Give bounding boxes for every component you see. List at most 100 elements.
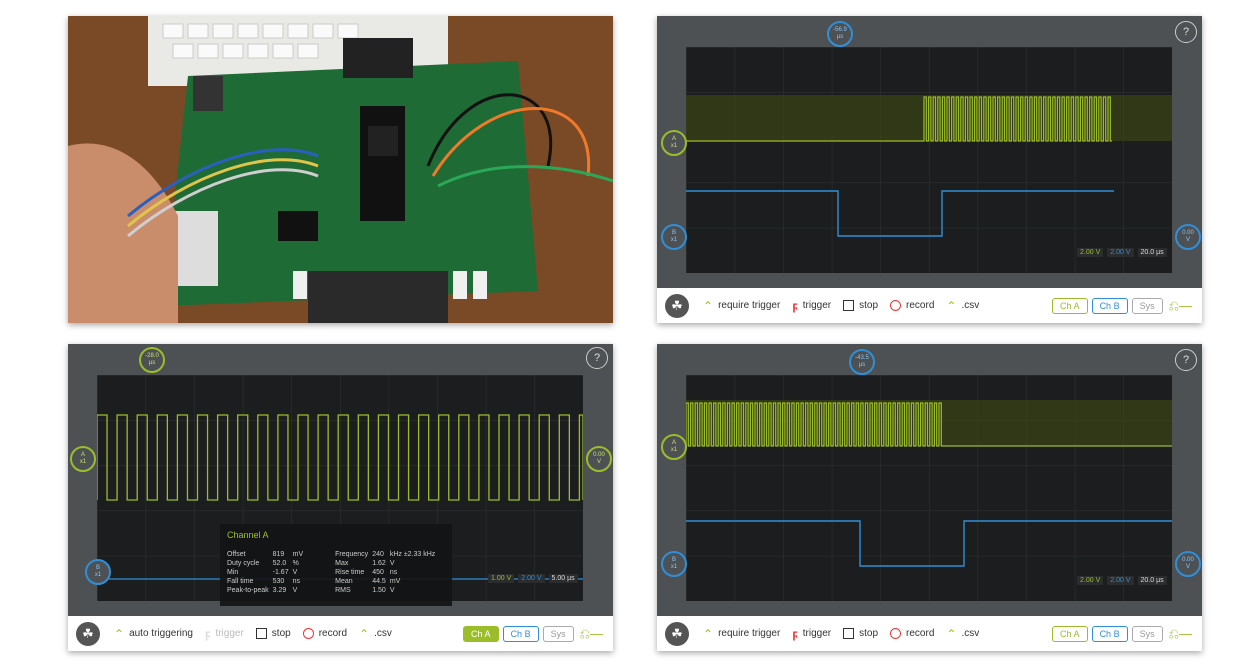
system-button[interactable]: Sys: [1131, 625, 1163, 642]
require-trigger-toggle[interactable]: ⌃ require trigger: [703, 627, 780, 641]
trigger-button[interactable]: ϝ trigger: [205, 627, 244, 641]
csv-export-button[interactable]: ⌃ .csv: [359, 627, 392, 641]
channel-b-button[interactable]: Ch B: [502, 625, 539, 642]
channel-b-scale[interactable]: 2.00 V: [518, 574, 545, 583]
scope-panel-bottom-left: -28.0 µs ? A x1 B x1 0.00 V 1.00 V 2.00 …: [68, 344, 613, 651]
trigger-level-marker[interactable]: 0.00 V: [1175, 551, 1201, 577]
auto-triggering-label: auto triggering: [129, 628, 193, 639]
channel-a-marker-sub: x1: [79, 459, 87, 465]
lightning-icon: ϝ: [205, 626, 211, 641]
measurement-u2: V: [389, 560, 395, 567]
measurement-v1: 3.29: [272, 587, 287, 594]
trigger-level-marker[interactable]: 0.00 V: [586, 446, 612, 472]
trigger-mode-icon: ⌃: [703, 626, 714, 641]
channel-b-marker-label: B: [671, 557, 676, 563]
channel-b-marker[interactable]: B x1: [661, 224, 687, 250]
channel-a-scale[interactable]: 1.00 V: [488, 574, 515, 583]
record-icon: [302, 628, 314, 639]
trigger-time-value: -43.5: [855, 355, 869, 361]
trigger-button[interactable]: ϝ trigger: [792, 627, 831, 641]
time-scale[interactable]: 20.0 µs: [1137, 576, 1167, 585]
measurement-l1: Min: [227, 569, 239, 576]
scope-panel-top-right: -56.9 µs ? A x1 B x1 0.00 V 2.00 V 2.00 …: [657, 16, 1202, 323]
measurement-v1: 52.0: [272, 560, 287, 567]
trigger-time-marker[interactable]: -56.9 µs: [827, 21, 853, 47]
trigger-label: trigger: [802, 628, 832, 639]
measurement-v2: 1.50: [372, 587, 386, 594]
stop-button[interactable]: stop: [843, 628, 878, 639]
scale-readout: 2.00 V 2.00 V 20.0 µs: [1077, 248, 1167, 257]
channel-a-button[interactable]: Ch A: [463, 625, 499, 642]
channel-b-marker[interactable]: B x1: [85, 559, 111, 585]
system-button[interactable]: Sys: [542, 625, 574, 642]
stop-button[interactable]: stop: [255, 628, 291, 639]
time-scale[interactable]: 20.0 µs: [1137, 248, 1167, 257]
waveform-display: [686, 375, 1172, 601]
channel-b-marker[interactable]: B x1: [661, 551, 687, 577]
help-icon[interactable]: ?: [1175, 349, 1197, 371]
measurements-table: Offset 819 mV Frequency 240 kHz ±2.33 kHz Duty…: [227, 550, 439, 595]
channel-a-scale[interactable]: 2.00 V: [1077, 248, 1104, 257]
measurement-l2: Frequency: [335, 551, 369, 558]
usb-icon: ⎌—: [579, 625, 603, 641]
scale-readout: 1.00 V 2.00 V 5.00 µs: [488, 574, 578, 583]
require-trigger-label: require trigger: [718, 628, 781, 639]
record-button[interactable]: record: [890, 300, 934, 311]
system-button[interactable]: Sys: [1131, 297, 1163, 314]
scope-panel-bottom-right: -43.5 µs ? A x1 B x1 0.00 V 2.00 V 2.00 …: [657, 344, 1202, 651]
stop-icon: [843, 628, 855, 639]
stop-button[interactable]: stop: [843, 300, 878, 311]
app-logo-icon: ☘: [76, 621, 100, 646]
trigger-level-unit: V: [1185, 564, 1190, 570]
measurement-l2: Rise time: [335, 569, 365, 576]
channel-buttons: Ch A Ch B Sys ⎌—: [459, 625, 603, 642]
trigger-mode-icon: ⌃: [114, 626, 125, 641]
measurement-row: Offset 819 mV Frequency 240 kHz ±2.33 kHz: [227, 550, 439, 559]
channel-a-marker[interactable]: A x1: [661, 130, 687, 156]
channel-b-marker-sub: x1: [670, 237, 678, 243]
circuit-board-image: [68, 16, 613, 323]
measurement-v1: 819: [272, 551, 285, 558]
record-label: record: [906, 628, 935, 639]
measurement-u2: kHz ±2.33 kHz: [389, 551, 436, 558]
channel-a-button[interactable]: Ch A: [1052, 297, 1088, 314]
trigger-level-value: 0.00: [1182, 230, 1194, 236]
record-button[interactable]: record: [302, 628, 348, 639]
record-label: record: [318, 628, 348, 639]
channel-a-scale[interactable]: 2.00 V: [1077, 576, 1104, 585]
channel-a-marker-label: A: [671, 440, 676, 446]
csv-export-button[interactable]: ⌃ .csv: [946, 299, 979, 313]
record-button[interactable]: record: [890, 628, 934, 639]
csv-export-button[interactable]: ⌃ .csv: [946, 627, 979, 641]
trigger-level-unit: V: [1185, 237, 1190, 243]
measurement-v2: 240: [372, 551, 384, 558]
lightning-icon: ϝ: [792, 626, 798, 641]
help-icon[interactable]: ?: [586, 347, 608, 369]
channel-a-marker[interactable]: A x1: [70, 446, 96, 472]
channel-b-button[interactable]: Ch B: [1091, 297, 1128, 314]
channel-b-scale[interactable]: 2.00 V: [1107, 576, 1134, 585]
trigger-time-marker[interactable]: -43.5 µs: [849, 349, 875, 375]
measurement-v1: -1.67: [272, 569, 289, 576]
record-icon: [890, 300, 902, 311]
trigger-time-value: -28.0: [145, 353, 159, 359]
stop-icon: [255, 628, 267, 639]
channel-a-marker[interactable]: A x1: [661, 434, 687, 460]
channel-a-button[interactable]: Ch A: [1052, 625, 1088, 642]
record-icon: [890, 628, 902, 639]
trigger-time-marker[interactable]: -28.0 µs: [139, 347, 165, 373]
trigger-button[interactable]: ϝ trigger: [792, 299, 831, 313]
help-label: ?: [1182, 354, 1190, 366]
stop-label: stop: [859, 628, 879, 639]
channel-b-button[interactable]: Ch B: [1091, 625, 1128, 642]
require-trigger-toggle[interactable]: ⌃ require trigger: [703, 299, 780, 313]
auto-triggering-toggle[interactable]: ⌃ auto triggering: [114, 627, 193, 641]
stop-icon: [843, 300, 855, 311]
measurement-v2: 1.62: [372, 560, 386, 567]
help-icon[interactable]: ?: [1175, 21, 1197, 43]
trigger-level-value: 0.00: [1182, 557, 1194, 563]
trigger-level-marker[interactable]: 0.00 V: [1175, 224, 1201, 250]
time-scale[interactable]: 5.00 µs: [548, 574, 578, 583]
measurement-row: Fall time 530 ns Mean 44.5 mV: [227, 577, 439, 586]
channel-b-scale[interactable]: 2.00 V: [1107, 248, 1134, 257]
